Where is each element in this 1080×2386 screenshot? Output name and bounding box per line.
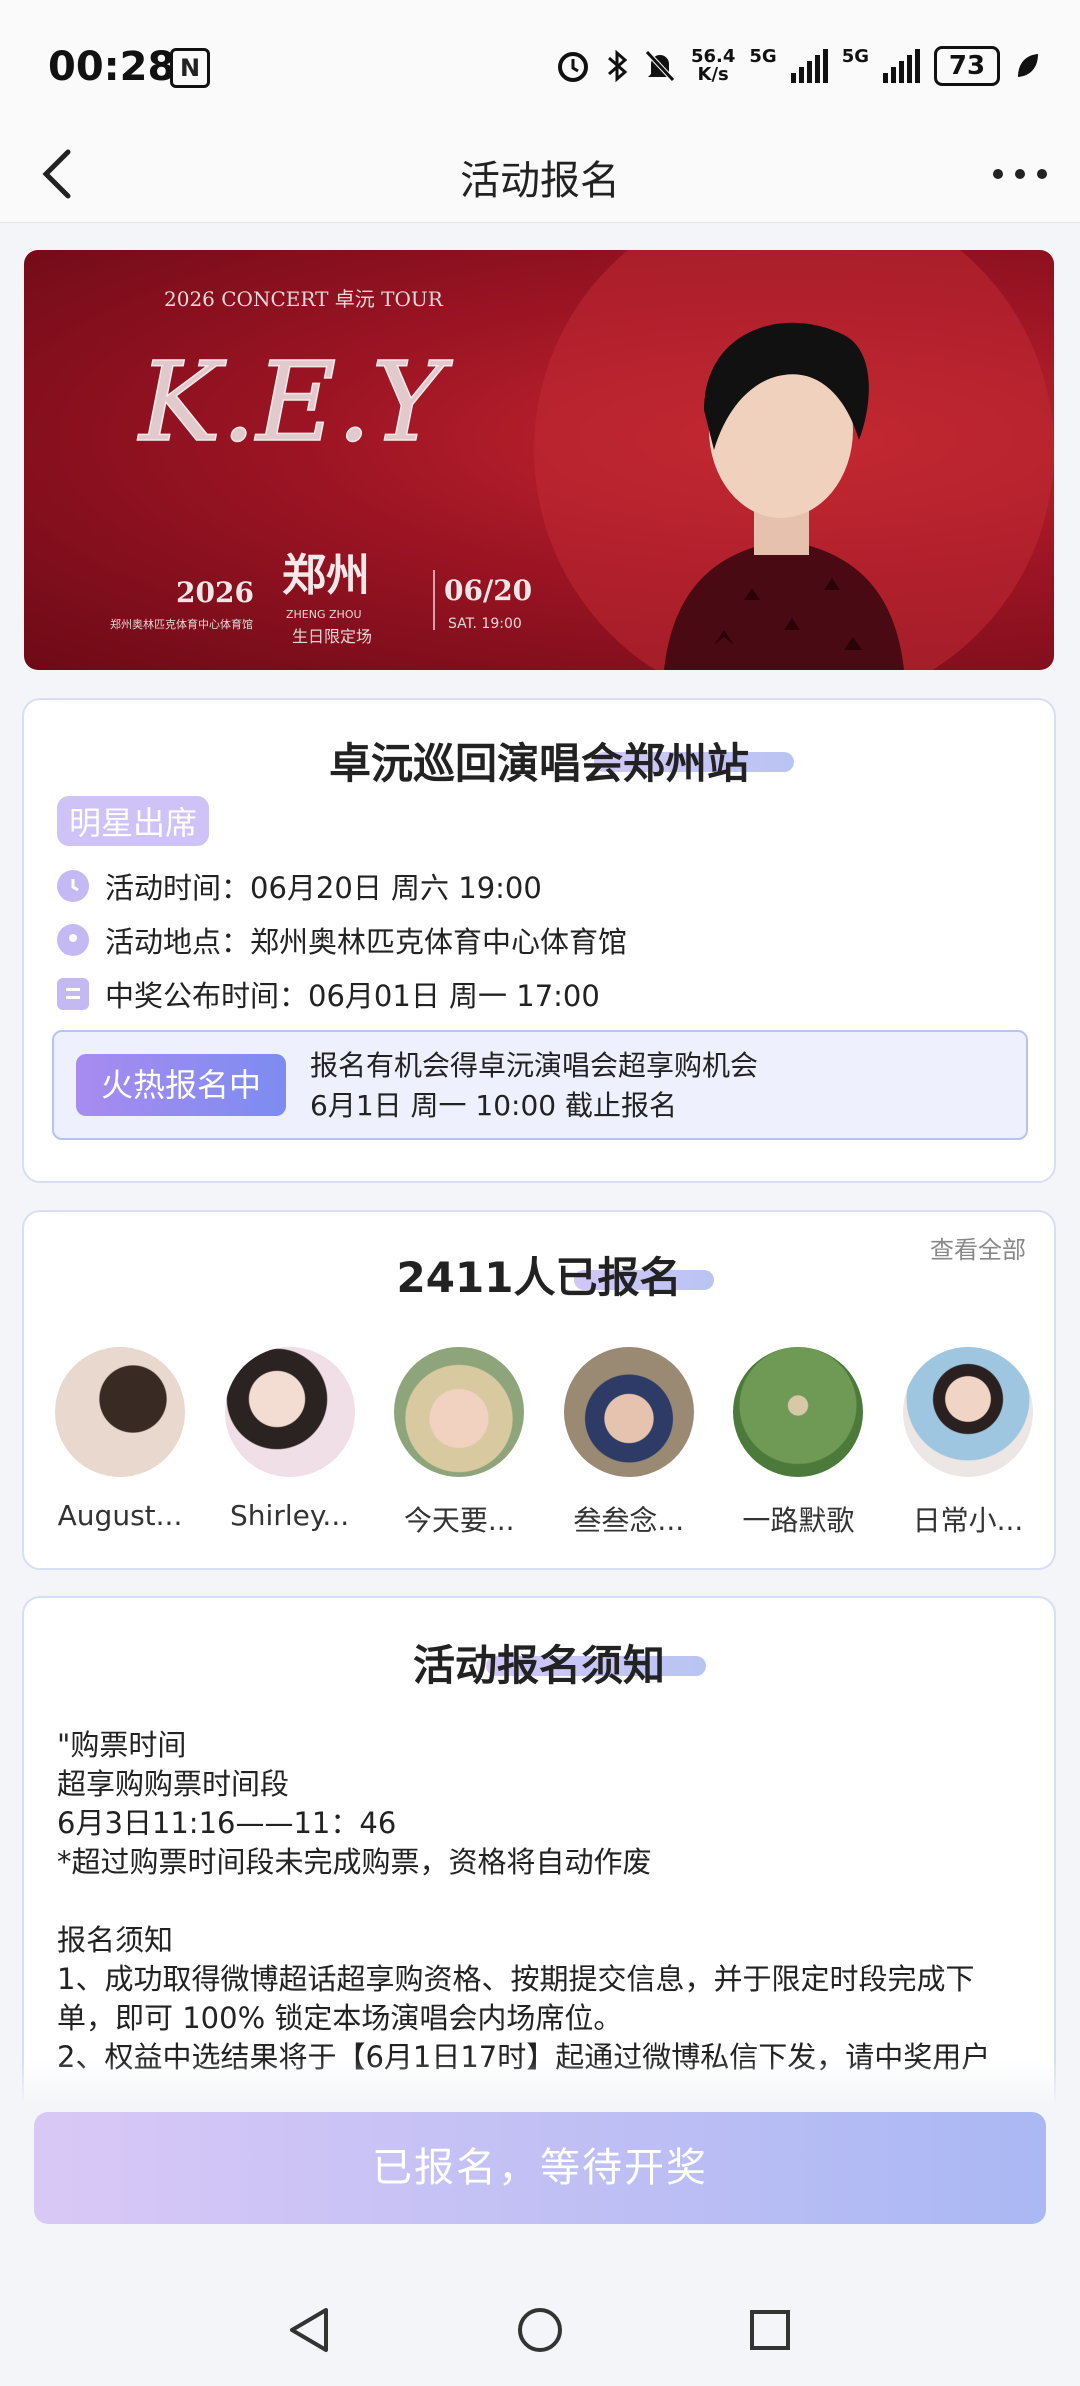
notice-line: 1、成功取得微博超话超享购资格、按期提交信息，并于限定时段完成下单，即可 100… [57,1962,975,2035]
nav-home-circle-icon[interactable] [516,2306,564,2354]
avatar-name: August... [57,1499,183,1532]
banner-city-sub: ZHENG ZHOU [286,608,362,621]
banner-venue: 郑州奥林匹克体育中心体育馆 [110,617,253,631]
user-avatar-item[interactable]: 叁叁念... [553,1347,705,1539]
event-time-value: 06月20日 周六 19:00 [250,871,542,905]
signed-up-waiting-button[interactable]: 已报名，等待开奖 [34,2112,1046,2224]
banner-year: 2026 [176,576,254,609]
user-avatar-item[interactable]: Shirley... [214,1347,366,1539]
hot-line-2: 6月1日 周一 10:00 截止报名 [310,1089,678,1122]
user-avatar-item[interactable]: 一路默歌 [722,1347,874,1539]
avatar-name: 一路默歌 [742,1504,855,1537]
nfc-icon: N [170,48,210,88]
event-time-label: 活动时间： [105,871,251,905]
system-nav-bar [0,2270,1080,2386]
banner-tour-line: 2026 CONCERT 卓沅 TOUR [164,287,444,311]
net-speed: 56.4 K/s [690,46,736,85]
user-avatar-item[interactable]: August... [44,1347,196,1539]
signal-5g-label-1: 5G [749,46,777,67]
avatar [902,1347,1033,1477]
signups-card: 查看全部 2411人已报名 August... Shirley... 今天要..… [22,1210,1056,1570]
event-announce-row: 中奖公布时间： 06月01日 周一 17:00 [57,973,600,1015]
hot-signup-box: 火热报名中 报名有机会得卓沅演唱会超享购机会 6月1日 周一 10:00 截止报… [52,1030,1028,1140]
page-title: 活动报名 [460,158,620,204]
user-avatar-item[interactable]: 日常小... [892,1347,1044,1539]
battery-icon: 73 [934,46,1000,86]
avatar-name: 今天要... [403,1504,515,1537]
mute-bell-icon [645,50,675,82]
event-place-label: 活动地点： [105,925,251,959]
avatar [563,1347,694,1477]
clock-icon [57,870,89,902]
avatar [224,1347,355,1477]
more-icon[interactable] [988,144,1052,204]
avatar [394,1347,525,1477]
leaf-icon [1018,54,1038,77]
avatar-name: 日常小... [912,1504,1024,1537]
event-time-row: 活动时间： 06月20日 周六 19:00 [57,865,542,907]
banner-logo: K.E.Y [137,338,453,466]
nav-back-triangle-icon[interactable] [286,2306,332,2354]
banner-city: 郑州 [282,550,370,601]
avatar [55,1347,185,1477]
avatar-name: Shirley... [230,1499,350,1532]
signal-bars-icon [790,49,828,83]
event-announce-label: 中奖公布时间： [105,979,309,1013]
status-bar: 00:28 N 56.4 K/s 5G 5G 73 [0,0,1080,130]
event-place-value: 郑州奥林匹克体育中心体育馆 [250,925,628,959]
event-banner[interactable]: 2026 CONCERT 卓沅 TOUR K.E.Y 2026 郑州奥林匹克体育… [24,250,1054,670]
notice-line: 6月3日11:16——11：46 [57,1806,397,1840]
status-icons: 56.4 K/s 5G 5G 73 [555,46,1040,86]
nav-recents-square-icon[interactable] [748,2308,792,2352]
user-avatar-item[interactable]: 今天要... [383,1347,535,1539]
event-place-row: 活动地点： 郑州奥林匹克体育中心体育馆 [57,919,627,961]
notice-body: "购票时间 超享购购票时间段 6月3日11:16——11：46 *超过购票时间段… [57,1726,1027,2077]
notice-title: 活动报名须知 [412,1641,665,1690]
hot-signup-info: 报名有机会得卓沅演唱会超享购机会 6月1日 周一 10:00 截止报名 [310,1046,758,1126]
event-title: 卓沅巡回演唱会郑州站 [328,739,749,788]
hot-signup-badge: 火热报名中 [76,1054,286,1116]
event-announce-value: 06月01日 周一 17:00 [308,979,600,1013]
bluetooth-icon [607,49,628,83]
notice-line: "购票时间 [57,1728,187,1762]
notice-line: 报名须知 [57,1923,174,1957]
signup-count-title: 2411人已报名 [396,1253,682,1302]
avatar [733,1347,864,1477]
location-pin-icon [57,924,89,956]
banner-date: 06/20 [444,574,532,607]
status-time: 00:28 [48,44,176,90]
notice-line [57,1882,1027,1921]
star-attend-badge: 明星出席 [57,796,210,846]
banner-artwork: 2026 CONCERT 卓沅 TOUR K.E.Y 2026 郑州奥林匹克体育… [110,250,1054,670]
banner-special: 生日限定场 [292,627,372,646]
hot-line-1: 报名有机会得卓沅演唱会超享购机会 [310,1049,759,1082]
nav-bar: 活动报名 [0,130,1080,223]
event-info-card: 卓沅巡回演唱会郑州站 明星出席 活动时间： 06月20日 周六 19:00 活动… [22,698,1056,1183]
notice-line: *超过购票时间段未完成购票，资格将自动作废 [57,1845,652,1879]
banner-date-sub: SAT. 19:00 [448,616,522,632]
signal-5g-label-2: 5G [841,46,869,67]
notice-line: 超享购购票时间段 [57,1767,290,1801]
alarm-icon [557,52,588,82]
announcement-icon [57,978,89,1010]
signal-bars-icon-2 [883,49,920,83]
avatar-name: 叁叁念... [573,1504,685,1537]
avatar-list: August... Shirley... 今天要... 叁叁念... 一路默歌 … [44,1347,1044,1539]
